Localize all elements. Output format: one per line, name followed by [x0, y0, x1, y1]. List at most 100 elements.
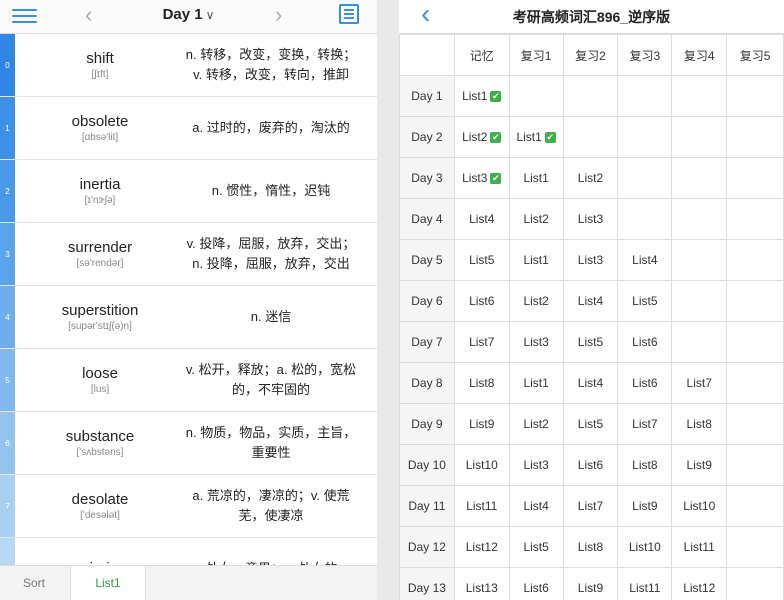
header-corner: [399, 34, 455, 76]
schedule-cell[interactable]: List13: [453, 567, 510, 600]
word-row[interactable]: 7 desolate ['desələt] a. 荒凉的，凄凉的；v. 使荒芜，使凄凉: [0, 475, 377, 538]
schedule-cell[interactable]: List3: [508, 444, 564, 486]
word-row[interactable]: 0 shift [ʃɪft] n. 转移，改变，变换，转换；v. 转移，改变，转向，推…: [0, 34, 377, 97]
schedule-cell[interactable]: List1: [508, 157, 564, 199]
schedule-cell[interactable]: List4: [562, 362, 619, 404]
schedule-cell[interactable]: List1 ✔: [453, 75, 510, 117]
schedule-cell[interactable]: List8: [671, 403, 728, 445]
schedule-cell[interactable]: List2 ✔: [453, 116, 510, 158]
schedule-cell[interactable]: List2: [508, 403, 564, 445]
check-icon: ✔: [544, 132, 556, 144]
schedule-cell[interactable]: List6: [508, 567, 564, 600]
schedule-cell[interactable]: List8: [617, 444, 673, 486]
schedule-cell[interactable]: List9: [453, 403, 510, 445]
schedule-cell: [617, 116, 673, 158]
schedule-cell[interactable]: List9: [671, 444, 728, 486]
schedule-title: 考研高频词汇896_逆序版: [512, 9, 671, 25]
word-cell: surrender [sə'rendər]: [15, 223, 185, 285]
word-text: shift: [86, 50, 114, 67]
word-index: 6: [0, 412, 15, 474]
schedule-cell[interactable]: List3: [562, 198, 619, 240]
word-cell: loose [lus]: [15, 349, 185, 411]
day-label: Day 12: [399, 526, 455, 568]
list-label: List8: [469, 376, 495, 390]
schedule-cell[interactable]: List6: [617, 362, 673, 404]
schedule-cell[interactable]: List5: [562, 321, 619, 363]
check-icon: ✔: [490, 91, 502, 103]
list-label: List8: [632, 458, 658, 472]
schedule-cell[interactable]: List2: [562, 157, 619, 199]
schedule-cell[interactable]: List5: [562, 403, 619, 445]
schedule-row: Day 2 List2 ✔ List1 ✔: [399, 116, 784, 158]
schedule-cell[interactable]: List2: [508, 280, 564, 322]
word-text: obsolete: [71, 113, 129, 130]
word-row[interactable]: 1 obsolete [ɑbsə'lit] a. 过时的，废弃的，淘汰的: [0, 97, 377, 160]
word-row[interactable]: 2 inertia [ɪ'nɝʃə] n. 惯性，惰性，迟钝: [0, 160, 377, 223]
schedule-cell[interactable]: List1: [508, 362, 564, 404]
word-row[interactable]: 8virginn. 处女，童男；a. 处女的，: [0, 538, 377, 565]
list-label: List5: [523, 540, 549, 554]
schedule-cell[interactable]: List3 ✔: [453, 157, 510, 199]
word-text: substance: [65, 428, 135, 445]
schedule-cell[interactable]: List5: [453, 239, 510, 281]
list-label: List4: [577, 376, 604, 390]
schedule-cell[interactable]: List7: [617, 403, 673, 445]
schedule-cell[interactable]: List4: [508, 485, 564, 527]
schedule-cell: [726, 239, 784, 281]
schedule-cell[interactable]: List7: [562, 485, 619, 527]
schedule-cell[interactable]: List12: [671, 567, 728, 600]
day-title[interactable]: Day 1 ∨: [0, 6, 377, 23]
schedule-cell[interactable]: List12: [453, 526, 510, 568]
schedule-cell[interactable]: List8: [562, 526, 619, 568]
word-phonetic: [ɪ'nɝʃə]: [84, 195, 116, 206]
word-cell: desolate ['desələt]: [15, 475, 185, 537]
list-label: List6: [469, 294, 495, 308]
schedule-cell[interactable]: List5: [617, 280, 673, 322]
schedule-cell[interactable]: List6: [562, 444, 619, 486]
schedule-cell[interactable]: List11: [671, 526, 728, 568]
word-definition: n. 转移，改变，变换，转换；v. 转移，改变，转向，推卸: [185, 47, 357, 82]
check-icon: ✔: [490, 173, 502, 185]
schedule-cell[interactable]: List2: [508, 198, 564, 240]
schedule-cell[interactable]: List11: [453, 485, 510, 527]
schedule-cell[interactable]: List3: [562, 239, 619, 281]
schedule-cell[interactable]: List10: [453, 444, 510, 486]
list-label: List2: [577, 171, 604, 185]
word-index: 3: [0, 223, 15, 285]
schedule-cell[interactable]: List1: [508, 239, 564, 281]
schedule-cell[interactable]: List4: [617, 239, 673, 281]
word-row[interactable]: 4 superstition [supər'stɪʃ(ə)n] n. 迷信: [0, 286, 377, 349]
tab-list1[interactable]: List1: [70, 566, 146, 600]
schedule-cell[interactable]: List4: [562, 280, 619, 322]
schedule-cell: [617, 157, 673, 199]
schedule-cell[interactable]: List9: [617, 485, 673, 527]
word-row[interactable]: 3 surrender [sə'rendər] v. 投降，屈服，放弃，交出；n. 投…: [0, 223, 377, 286]
schedule-cell[interactable]: List10: [671, 485, 728, 527]
word-cell: obsolete [ɑbsə'lit]: [15, 97, 185, 159]
next-day-icon[interactable]: ›: [275, 2, 282, 28]
word-cell: superstition [supər'stɪʃ(ə)n]: [15, 286, 185, 348]
schedule-cell[interactable]: List5: [508, 526, 564, 568]
schedule-cell[interactable]: List7: [453, 321, 510, 363]
schedule-cell[interactable]: List4: [453, 198, 510, 240]
schedule-cell[interactable]: List1 ✔: [508, 116, 564, 158]
schedule-cell[interactable]: List10: [617, 526, 673, 568]
schedule-row: Day 6 List6 List2 List4 List5: [399, 280, 784, 322]
schedule-cell[interactable]: List3: [508, 321, 564, 363]
word-index: 2: [0, 160, 15, 222]
schedule-cell[interactable]: List11: [617, 567, 673, 600]
schedule-cell[interactable]: List7: [671, 362, 728, 404]
schedule-cell[interactable]: List9: [562, 567, 619, 600]
schedule-cell[interactable]: List8: [453, 362, 510, 404]
word-row[interactable]: 6 substance ['sʌbstəns] n. 物质，物品，实质，主旨，重要性: [0, 412, 377, 475]
list-label: List1: [523, 253, 549, 267]
list-label: List11: [683, 540, 715, 554]
word-row[interactable]: 5 loose [lus] v. 松开，释放；a. 松的，宽松的，不牢固的: [0, 349, 377, 412]
list-label: List6: [523, 581, 549, 595]
schedule-cell: [726, 362, 784, 404]
schedule-cell[interactable]: List6: [617, 321, 673, 363]
word-cell: substance ['sʌbstəns]: [15, 412, 185, 474]
list-view-icon[interactable]: [339, 4, 359, 24]
schedule-cell[interactable]: List6: [453, 280, 510, 322]
tab-sort[interactable]: Sort: [0, 566, 68, 600]
